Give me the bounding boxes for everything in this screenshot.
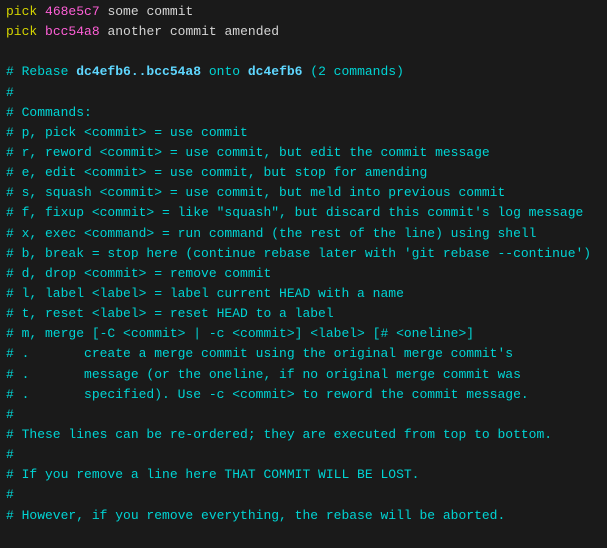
- comment-line: # s, squash <commit> = use commit, but m…: [6, 183, 601, 203]
- comment-line: # e, edit <commit> = use commit, but sto…: [6, 163, 601, 183]
- onto-hash: dc4efb6: [248, 64, 303, 79]
- commit-msg-word: some: [107, 4, 138, 19]
- comment-text: onto: [201, 64, 248, 79]
- comment-line: #: [6, 445, 601, 465]
- commit-hash: bcc54a8: [45, 24, 100, 39]
- comment-line: # b, break = stop here (continue rebase …: [6, 244, 601, 264]
- comment-line: #: [6, 405, 601, 425]
- comment-line: # . specified). Use -c <commit> to rewor…: [6, 385, 601, 405]
- editor-content[interactable]: pick 468e5c7 some commit pick bcc54a8 an…: [6, 2, 601, 526]
- rebase-action: pick: [6, 24, 37, 39]
- comment-line: # . message (or the oneline, if no origi…: [6, 365, 601, 385]
- comment-line: # f, fixup <commit> = like "squash", but…: [6, 203, 601, 223]
- comment-line: # x, exec <command> = run command (the r…: [6, 224, 601, 244]
- commit-range: dc4efb6..bcc54a8: [76, 64, 201, 79]
- commit-msg-word: another: [107, 24, 162, 39]
- comment-line: # m, merge [-C <commit> | -c <commit>] <…: [6, 324, 601, 344]
- comment-line: # These lines can be re-ordered; they ar…: [6, 425, 601, 445]
- comment-line: # d, drop <commit> = remove commit: [6, 264, 601, 284]
- comment-line: # t, reset <label> = reset HEAD to a lab…: [6, 304, 601, 324]
- comment-line: # r, reword <commit> = use commit, but e…: [6, 143, 601, 163]
- comment-text: (2 commands): [302, 64, 403, 79]
- comment-line: # p, pick <commit> = use commit: [6, 123, 601, 143]
- commit-hash: 468e5c7: [45, 4, 100, 19]
- comment-line: # If you remove a line here THAT COMMIT …: [6, 465, 601, 485]
- rebase-header-comment: # Rebase dc4efb6..bcc54a8 onto dc4efb6 (…: [6, 62, 601, 82]
- comment-line: #: [6, 485, 601, 505]
- comment-line: #: [6, 83, 601, 103]
- comment-text: # Rebase: [6, 64, 76, 79]
- comment-line: # l, label <label> = label current HEAD …: [6, 284, 601, 304]
- commit-msg-word: amended: [225, 24, 280, 39]
- comment-line: # Commands:: [6, 103, 601, 123]
- commit-msg-word: commit: [170, 24, 217, 39]
- comment-line: # . create a merge commit using the orig…: [6, 344, 601, 364]
- rebase-action: pick: [6, 4, 37, 19]
- blank-line: [6, 42, 601, 62]
- commit-msg-word: commit: [146, 4, 193, 19]
- comment-line: # However, if you remove everything, the…: [6, 506, 601, 526]
- commit-line[interactable]: pick 468e5c7 some commit: [6, 2, 601, 22]
- commit-line[interactable]: pick bcc54a8 another commit amended: [6, 22, 601, 42]
